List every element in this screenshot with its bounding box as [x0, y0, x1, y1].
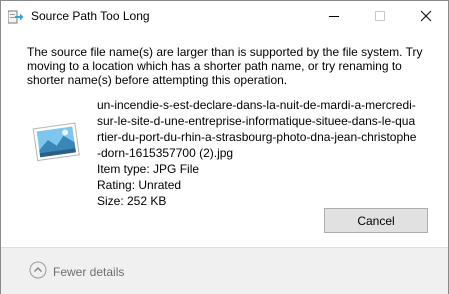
window-title: Source Path Too Long: [31, 9, 150, 23]
fewer-details-button[interactable]: Fewer details: [29, 261, 125, 284]
dialog-window: Source Path Too Long The source file nam…: [0, 0, 449, 294]
minimize-button[interactable]: [311, 1, 357, 31]
file-name: un-incendie-s-est-declare-dans-la-nuit-d…: [97, 98, 417, 160]
chevron-up-icon: [29, 261, 47, 284]
title-bar[interactable]: Source Path Too Long: [1, 1, 448, 32]
file-move-icon: [7, 10, 24, 24]
file-rating: Rating: Unrated: [97, 178, 182, 192]
file-item-type: Item type: JPG File: [97, 162, 200, 176]
maximize-button[interactable]: [357, 1, 403, 31]
cancel-button[interactable]: Cancel: [324, 208, 428, 233]
error-message: The source file name(s) are larger than …: [27, 45, 423, 87]
fewer-details-label: Fewer details: [53, 265, 125, 279]
minimize-icon: [329, 16, 339, 17]
file-thumbnail-icon: [29, 116, 81, 166]
maximize-icon: [375, 11, 385, 21]
close-button[interactable]: [403, 1, 449, 31]
close-icon: [420, 10, 432, 22]
file-size: Size: 252 KB: [97, 194, 167, 208]
details-footer: Fewer details: [1, 247, 448, 294]
